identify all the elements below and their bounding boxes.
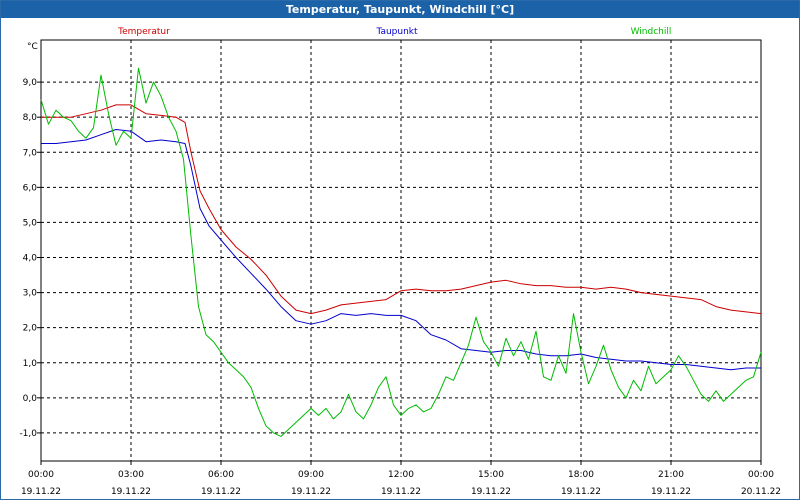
x-tick-time-label: 00:00 [28,470,54,480]
x-tick-time-label: 00:00 [748,470,774,480]
x-tick-date-label: 19.11.22 [471,487,511,497]
x-tick-date-label: 20.11.22 [741,487,781,497]
legend-entry-taupunkt: Taupunkt [375,27,418,37]
y-tick-label: 0,0 [23,394,38,404]
x-tick-time-label: 18:00 [568,470,594,480]
x-tick-time-label: 06:00 [208,470,234,480]
y-axis-label: °C [27,42,38,52]
legend-entry-temperatur: Temperatur [117,27,170,37]
x-tick-time-label: 15:00 [478,470,504,480]
x-tick-time-label: 21:00 [658,470,684,480]
y-tick-label: 3,0 [23,289,38,299]
y-tick-label: 7,0 [23,148,38,158]
y-tick-label: -1,0 [19,429,37,439]
x-tick-date-label: 19.11.22 [381,487,421,497]
x-tick-date-label: 19.11.22 [291,487,331,497]
y-tick-label: 2,0 [23,324,38,334]
chart-title: Temperatur, Taupunkt, Windchill [°C] [1,1,799,18]
legend-entry-windchill: Windchill [631,27,672,37]
chart-window: Temperatur, Taupunkt, Windchill [°C] -1,… [0,0,800,500]
x-tick-date-label: 19.11.22 [651,487,691,497]
x-tick-date-label: 19.11.22 [111,487,151,497]
y-tick-label: 8,0 [23,113,38,123]
y-tick-label: 4,0 [23,254,38,264]
x-tick-time-label: 09:00 [298,470,324,480]
x-tick-time-label: 12:00 [388,470,414,480]
x-tick-time-label: 03:00 [118,470,144,480]
x-tick-date-label: 19.11.22 [21,487,61,497]
y-tick-label: 1,0 [23,359,38,369]
line-chart: -1,0 0,0 1,0 2,0 3,0 4,0 5,0 6,0 7,0 8,0 9,0 00:00 1… [19,27,781,497]
x-tick-date-label: 19.11.22 [201,487,241,497]
y-tick-label: 6,0 [23,183,38,193]
y-tick-label: 5,0 [23,218,38,228]
y-tick-label: 9,0 [23,78,38,88]
x-tick-date-label: 19.11.22 [561,487,601,497]
